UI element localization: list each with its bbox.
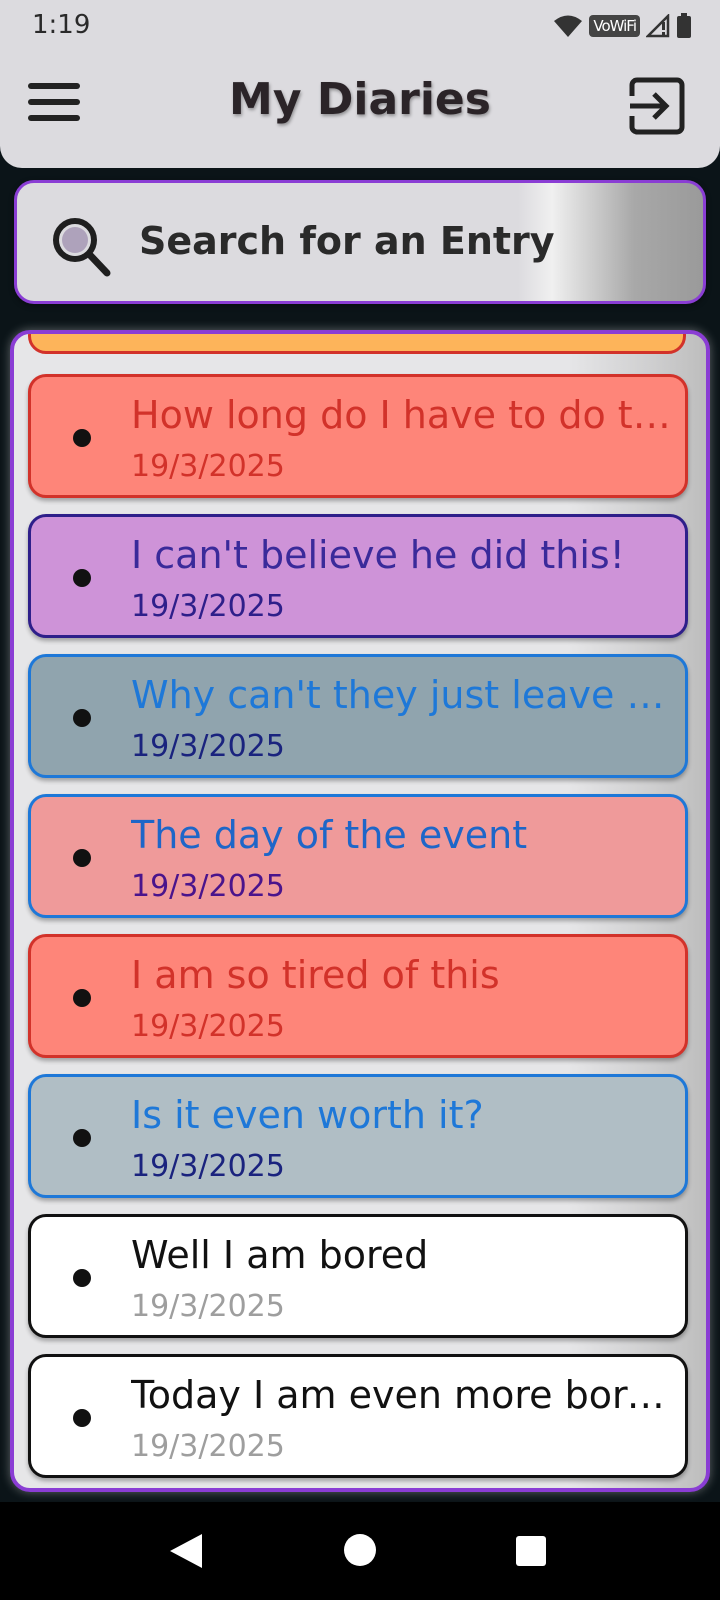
- entry-title: How long do I have to do this...: [131, 393, 676, 437]
- recents-square-icon[interactable]: [516, 1536, 546, 1566]
- app-bar: 1:19 VoWiFi My Diaries: [0, 0, 720, 168]
- bullet-icon: [73, 989, 91, 1007]
- search-bar[interactable]: Search for an Entry: [14, 180, 706, 304]
- page-title: My Diaries: [229, 74, 491, 125]
- diary-entry-card[interactable]: Is it even worth it? 19/3/2025: [28, 1074, 688, 1198]
- entry-title: I am so tired of this: [131, 953, 500, 997]
- entry-title: The day of the event: [131, 813, 528, 857]
- bullet-icon: [73, 1409, 91, 1427]
- diary-list[interactable]: How long do I have to do this... 19/3/202…: [10, 330, 710, 1492]
- entry-date: 19/3/2025: [131, 729, 285, 764]
- entry-title: I can't believe he did this!: [131, 533, 625, 577]
- entry-title: Well I am bored: [131, 1233, 429, 1277]
- entry-title: Is it even worth it?: [131, 1093, 484, 1137]
- entry-title: Today I am even more bored than yesterda…: [131, 1373, 676, 1417]
- entry-date: 19/3/2025: [131, 449, 285, 484]
- diary-entry-card[interactable]: The day of the event 19/3/2025: [28, 794, 688, 918]
- diary-entry-card[interactable]: I am so tired of this 19/3/2025: [28, 934, 688, 1058]
- diary-entry-card[interactable]: I can't believe he did this! 19/3/2025: [28, 514, 688, 638]
- entry-date: 19/3/2025: [131, 869, 285, 904]
- entry-cards: How long do I have to do this... 19/3/202…: [28, 374, 688, 1488]
- wifi-icon: [554, 15, 583, 37]
- entry-date: 19/3/2025: [131, 589, 285, 624]
- home-circle-icon[interactable]: [344, 1534, 376, 1566]
- partially-hidden-entry[interactable]: [28, 334, 686, 354]
- bullet-icon: [73, 709, 91, 727]
- bullet-icon: [73, 849, 91, 867]
- bullet-icon: [73, 569, 91, 587]
- search-placeholder: Search for an Entry: [139, 219, 555, 263]
- diary-entry-card[interactable]: Today I am even more bored than yesterda…: [28, 1354, 688, 1478]
- bullet-icon: [73, 429, 91, 447]
- entry-date: 19/3/2025: [131, 1009, 285, 1044]
- diary-entry-card[interactable]: Why can't they just leave me alone 19/3/2…: [28, 654, 688, 778]
- vowifi-badge: VoWiFi: [589, 15, 640, 37]
- entry-date: 19/3/2025: [131, 1149, 285, 1184]
- bullet-icon: [73, 1269, 91, 1287]
- status-icons: VoWiFi: [553, 12, 692, 40]
- entry-date: 19/3/2025: [131, 1429, 285, 1464]
- diary-entry-card[interactable]: Well I am bored 19/3/2025: [28, 1214, 688, 1338]
- search-icon: [53, 218, 111, 277]
- bullet-icon: [73, 1129, 91, 1147]
- logout-icon: [628, 77, 685, 135]
- status-time: 1:19: [32, 10, 91, 40]
- battery-icon: [677, 13, 691, 38]
- system-nav-bar: [0, 1502, 720, 1600]
- entry-title: Why can't they just leave me alone: [131, 673, 676, 717]
- back-triangle-icon[interactable]: [168, 1532, 204, 1570]
- status-bar: 1:19 VoWiFi: [0, 0, 720, 52]
- signal-icon: [646, 14, 670, 38]
- diary-entry-card[interactable]: How long do I have to do this... 19/3/202…: [28, 374, 688, 498]
- logout-button[interactable]: [628, 76, 688, 136]
- entry-date: 19/3/2025: [131, 1289, 285, 1324]
